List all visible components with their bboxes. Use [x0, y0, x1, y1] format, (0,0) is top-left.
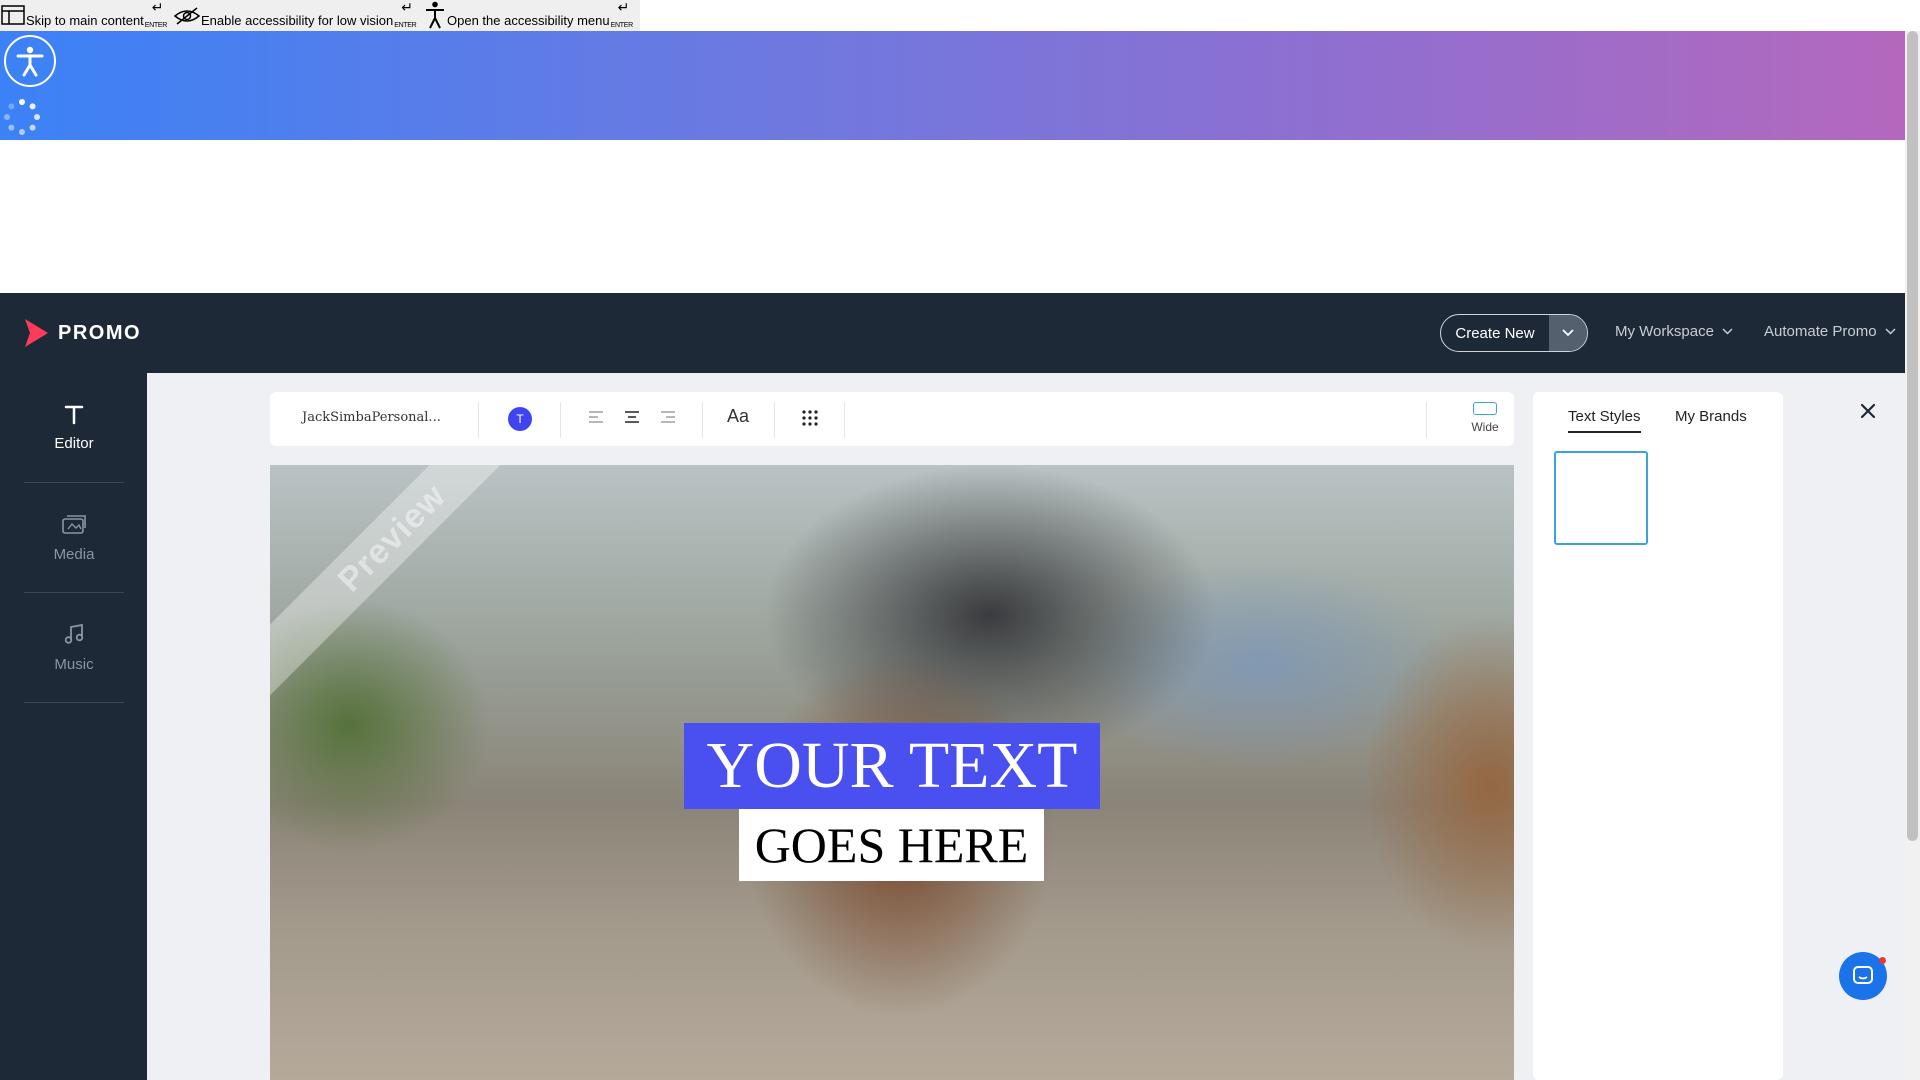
skip-to-main-link[interactable]: Skip to main content ↵ ENTER	[26, 0, 171, 31]
text-t-icon	[64, 405, 84, 425]
sidebar-item-editor[interactable]: Editor	[24, 373, 124, 483]
video-preview-canvas[interactable]: Preview YOUR TEXT GOES HERE	[270, 465, 1514, 1080]
create-new-button[interactable]: Create New	[1440, 314, 1588, 352]
automate-promo-menu[interactable]: Automate Promo	[1764, 323, 1896, 340]
tool-sidebar: Editor Media Music	[0, 373, 147, 1080]
text-layer-line-2[interactable]: GOES HERE	[739, 809, 1044, 881]
my-workspace-menu[interactable]: My Workspace	[1615, 323, 1733, 340]
wide-format-button[interactable]: Wide	[1450, 402, 1520, 434]
play-logo-icon	[25, 319, 48, 347]
font-selector[interactable]: JackSimbaPersonal...	[302, 410, 441, 425]
tab-text-styles[interactable]: Text Styles	[1568, 408, 1641, 433]
styles-panel: Text Styles My Brands	[1533, 392, 1783, 1080]
chevron-down-icon	[1722, 328, 1733, 335]
accessibility-button[interactable]	[4, 35, 56, 87]
close-icon[interactable]	[1858, 401, 1878, 421]
chevron-down-icon[interactable]	[1549, 315, 1587, 351]
enter-key-hint: ↵ ENTER	[394, 0, 417, 29]
toolbar-divider	[478, 402, 479, 438]
layout-icon	[1, 5, 25, 28]
open-accessibility-menu-link[interactable]: Open the accessibility menu ↵ ENTER	[447, 0, 637, 31]
chat-support-button[interactable]	[1839, 952, 1887, 1000]
text-layer-line-1[interactable]: YOUR TEXT	[684, 723, 1100, 809]
text-color-button[interactable]: T	[508, 407, 532, 431]
header-banner	[0, 31, 1905, 140]
text-style-thumbnail[interactable]	[1554, 451, 1648, 545]
tab-my-brands[interactable]: My Brands	[1675, 408, 1747, 431]
top-navigation: PROMO Create New My Workspace Automate P…	[0, 293, 1905, 373]
accessibility-icon	[16, 46, 44, 77]
chevron-down-icon	[1885, 328, 1896, 335]
toolbar-divider	[774, 402, 775, 438]
align-center-icon[interactable]	[624, 410, 640, 424]
notification-dot	[1879, 957, 1886, 964]
align-right-icon[interactable]	[660, 410, 676, 424]
low-vision-link[interactable]: Enable accessibility for low vision ↵ ENT…	[201, 0, 420, 31]
toolbar-divider	[560, 402, 561, 438]
chat-bubble-icon	[1853, 966, 1873, 984]
preview-watermark: Preview	[270, 465, 552, 698]
grid-dots-icon[interactable]	[802, 410, 818, 426]
accessibility-person-icon	[424, 1, 446, 32]
music-note-icon	[64, 623, 84, 644]
toolbar-divider	[702, 402, 703, 438]
sidebar-item-media[interactable]: Media	[24, 483, 124, 593]
enter-key-hint: ↵ ENTER	[144, 0, 168, 29]
skip-links-bar: Skip to main content ↵ ENTER Enable acces…	[0, 0, 640, 31]
text-toolbar: JackSimbaPersonal... T Aa Wide	[270, 392, 1514, 446]
scrollbar-thumb[interactable]	[1907, 31, 1918, 841]
loading-spinner-icon	[4, 99, 40, 135]
editor-app: PROMO Create New My Workspace Automate P…	[0, 293, 1905, 1080]
enter-key-hint: ↵ ENTER	[610, 0, 634, 29]
toolbar-divider	[844, 402, 845, 438]
page-scrollbar[interactable]	[1905, 31, 1920, 1080]
sidebar-item-music[interactable]: Music	[24, 593, 124, 703]
media-icon	[62, 515, 86, 534]
toolbar-divider	[1426, 402, 1427, 438]
eye-slash-icon	[173, 6, 201, 29]
wide-ratio-icon	[1473, 402, 1497, 415]
promo-logo[interactable]: PROMO	[22, 317, 141, 349]
align-left-icon[interactable]	[588, 410, 604, 424]
font-size-button[interactable]: Aa	[727, 406, 749, 427]
